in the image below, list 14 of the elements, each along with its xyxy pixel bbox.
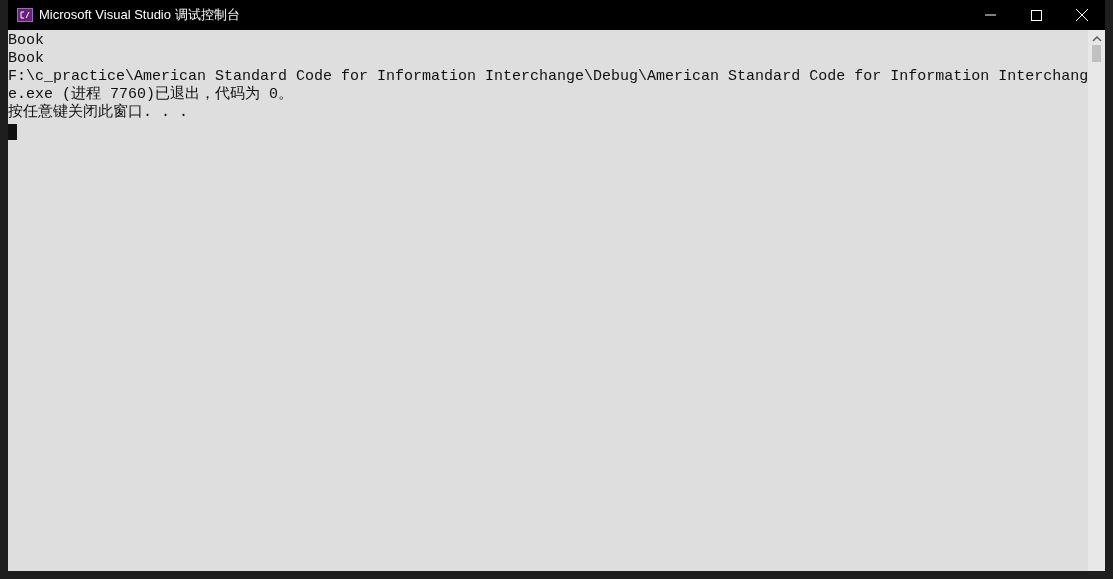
- console-line: F:\c_practice\American Standard Code for Information Interchange\Debug\American Standard Code for Information Interchang: [8, 68, 1089, 85]
- maximize-icon: [1030, 9, 1042, 21]
- console-line: Book: [8, 50, 44, 68]
- scroll-up-icon[interactable]: [1091, 35, 1102, 43]
- scrollbar[interactable]: [1088, 30, 1105, 571]
- console-app-icon: [17, 8, 33, 22]
- minimize-icon: [984, 14, 996, 16]
- console-line: 按任意键关闭此窗口. . .: [8, 104, 188, 122]
- console-line: Book: [8, 32, 44, 50]
- console-line: e.exe (进程 7760)已退出，代码为 0。: [8, 86, 294, 103]
- close-icon: [1076, 9, 1088, 21]
- scrollbar-thumb[interactable]: [1092, 45, 1102, 62]
- text-cursor: [8, 124, 17, 140]
- window-title: Microsoft Visual Studio 调试控制台: [39, 6, 241, 24]
